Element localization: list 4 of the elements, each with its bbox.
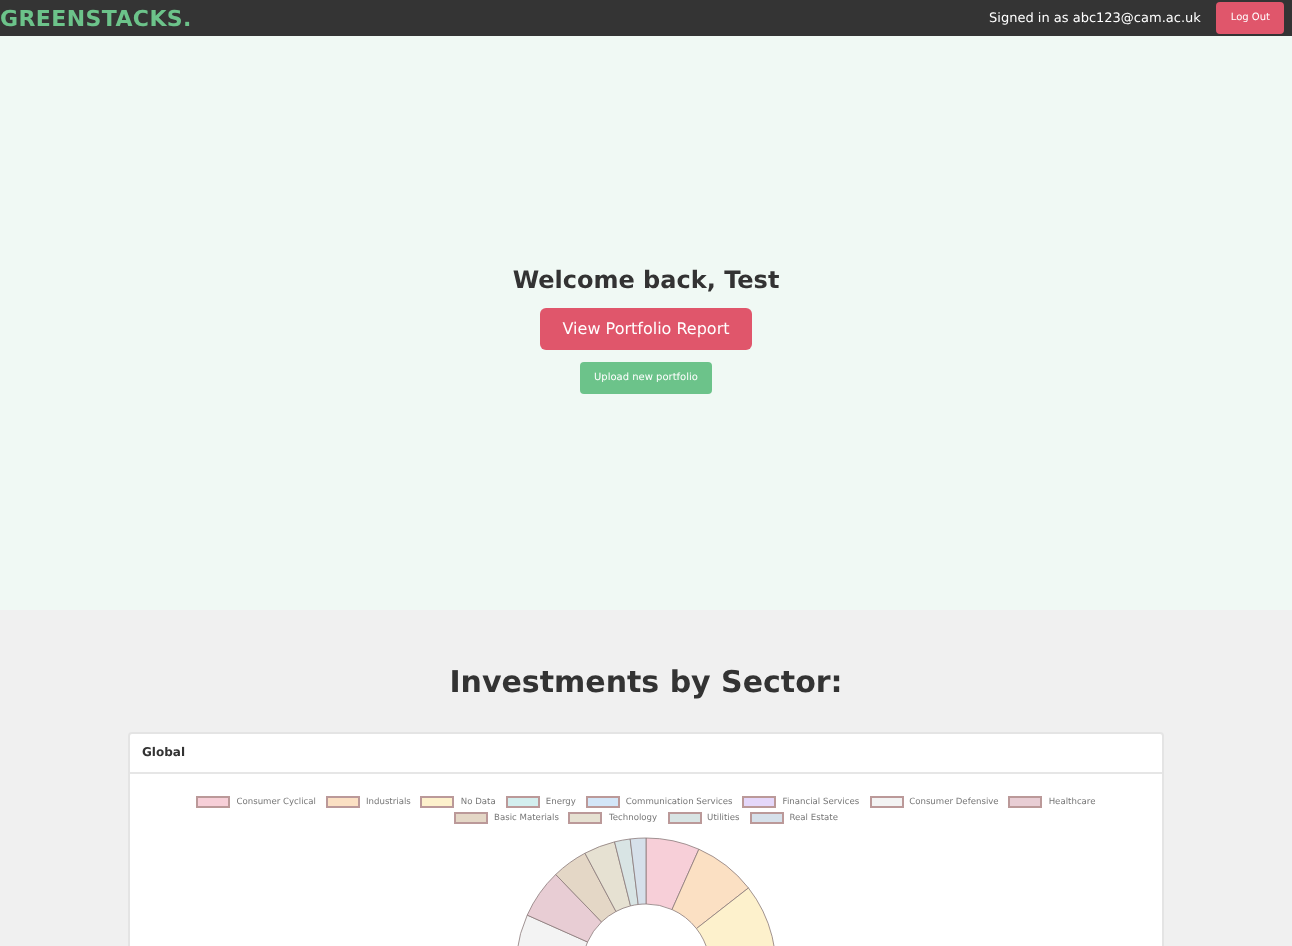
welcome-heading: Welcome back, Test — [512, 265, 780, 293]
brand-logo[interactable]: GREENSTACKS. — [0, 5, 192, 31]
view-report-button[interactable]: View Portfolio Report — [540, 307, 752, 349]
section-heading: Investments by Sector: — [449, 664, 843, 700]
